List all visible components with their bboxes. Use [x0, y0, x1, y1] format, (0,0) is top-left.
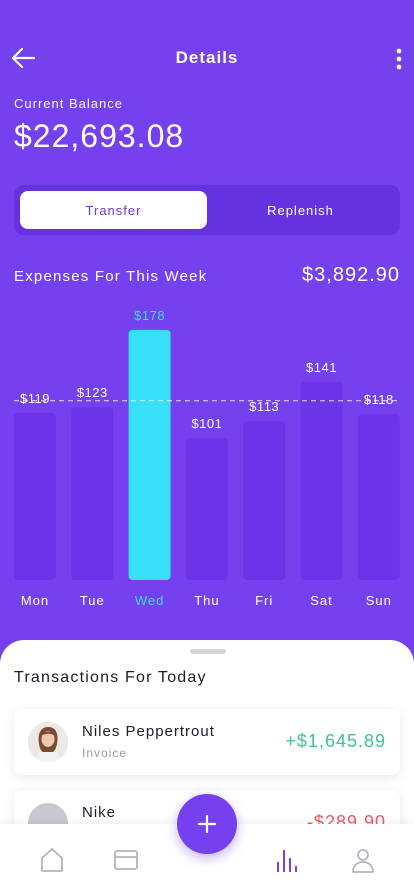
day-label-mon: Mon: [20, 593, 50, 608]
bar-value-label: $119: [20, 391, 50, 406]
avatar: [28, 722, 68, 762]
bar-sun[interactable]: [357, 414, 400, 580]
header-area: Details Current Balance $22,693.08 Trans…: [0, 0, 414, 660]
transfer-button[interactable]: Transfer: [20, 191, 207, 229]
stats-icon[interactable]: [273, 846, 299, 874]
expenses-label: Expenses For This Week: [14, 268, 208, 285]
add-icon[interactable]: [177, 794, 237, 854]
day-label-tue: Tue: [79, 593, 105, 608]
bar-value-label: $118: [364, 392, 394, 407]
transfer-replenish-toggle: Transfer Replenish: [14, 185, 400, 235]
home-icon[interactable]: [39, 846, 65, 874]
replenish-button[interactable]: Replenish: [207, 191, 394, 229]
bar-thu[interactable]: [185, 438, 228, 580]
bar-value-label: $123: [77, 385, 108, 400]
bar-value-label: $113: [249, 399, 279, 414]
profile-icon[interactable]: [350, 846, 376, 874]
bar-sat[interactable]: [300, 381, 343, 580]
day-label-sun: Sun: [365, 593, 392, 608]
page-title: Details: [175, 48, 239, 67]
bar-chart-svg: $119 $123 $178 $101 $113 $141 $118: [14, 308, 400, 580]
bar-value-label: $178: [134, 308, 165, 323]
more-vertical-icon[interactable]: [392, 44, 406, 72]
transaction-card[interactable]: Niles Peppertrout Invoice +$1,645.89: [14, 709, 400, 775]
expenses-total: $3,892.90: [302, 264, 400, 286]
bar-value-label: $141: [306, 360, 337, 375]
bar-wed[interactable]: [128, 329, 171, 580]
bar-mon[interactable]: [14, 412, 56, 580]
day-label-fri: Fri: [255, 593, 274, 608]
bar-fri[interactable]: [243, 421, 286, 580]
weekly-expenses-chart: $119 $123 $178 $101 $113 $141 $118 Mon Tue Wed Th…: [0, 290, 414, 620]
top-bar: Details: [0, 40, 414, 76]
sheet-handle[interactable]: [190, 649, 226, 654]
transactions-title: Transactions For Today: [14, 669, 207, 686]
day-label-thu: Thu: [194, 593, 220, 608]
bar-tue[interactable]: [71, 407, 114, 580]
transaction-amount: +$1,645.89: [285, 731, 386, 751]
day-label-sat: Sat: [310, 593, 333, 608]
balance-label: Current Balance: [14, 96, 123, 111]
day-label-wed: Wed: [134, 593, 165, 608]
transaction-name: Niles Peppertrout: [82, 723, 215, 740]
transaction-subtitle: Invoice: [82, 746, 128, 760]
bar-value-label: $101: [191, 416, 222, 431]
transaction-name: Nike: [82, 804, 117, 821]
balance-value: $22,693.08: [14, 118, 185, 154]
wallet-icon[interactable]: [113, 846, 139, 874]
